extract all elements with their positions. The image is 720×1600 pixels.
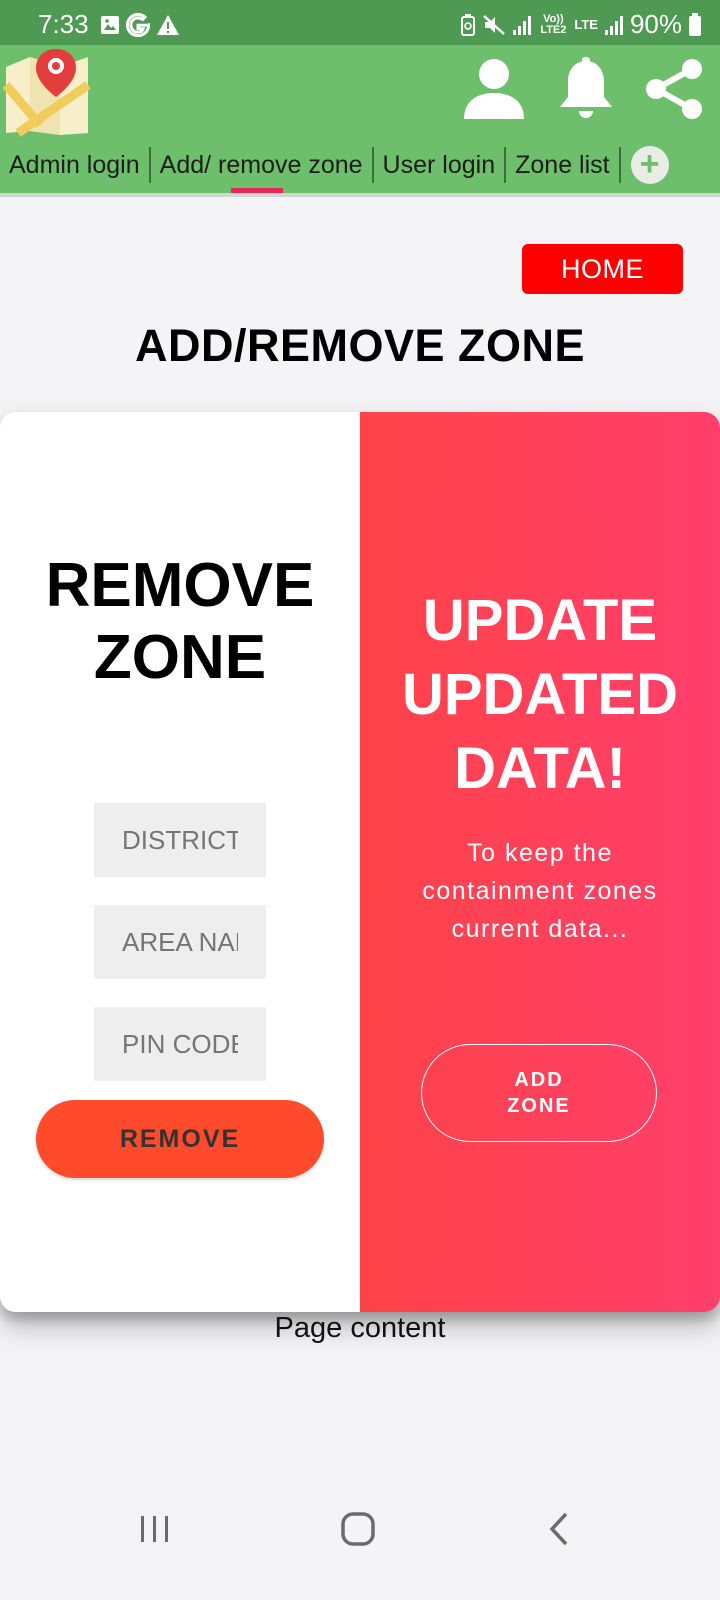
bell-icon[interactable] [556,57,616,121]
add-zone-button[interactable]: ADD ZONE [421,1044,657,1142]
warning-icon [157,15,179,35]
lte-label: LTE [574,17,598,32]
google-g-icon [126,13,150,37]
tab-add-remove-zone[interactable]: Add/ remove zone [151,148,372,197]
mute-icon [483,14,506,35]
recents-icon[interactable] [138,1512,172,1546]
add-tab-button[interactable]: + [630,146,669,184]
update-title-line1: UPDATE [422,588,658,653]
tab-zone-list[interactable]: Zone list [506,148,618,182]
share-icon[interactable] [642,57,706,121]
status-bar: 7:33 Vo)) LTE2 LTE 90% [0,0,720,51]
remove-zone-panel: REMOVE ZONE REMOVE [0,412,360,1312]
user-icon[interactable] [462,57,526,121]
zone-card: REMOVE ZONE REMOVE UPDATE UPDATED DATA! … [0,412,720,1312]
battery-icon [689,12,701,36]
update-panel: UPDATE UPDATED DATA! To keep the contain… [360,412,720,1312]
signal-icon-2 [604,15,623,35]
home-icon[interactable] [340,1511,376,1547]
update-title-line2: UPDATED [401,662,679,727]
tab-admin-login[interactable]: Admin login [0,148,149,182]
system-nav-bar [0,1500,720,1600]
battery-saver-icon [461,13,476,36]
remove-title-line2: ZONE [93,623,267,692]
status-right-icons: Vo)) LTE2 LTE 90% [460,9,702,40]
header-divider [0,193,720,197]
tab-divider [618,147,621,183]
map-pin-logo[interactable] [0,45,92,137]
district-name-input[interactable] [94,803,266,877]
back-icon[interactable] [546,1510,572,1548]
pin-code-input[interactable] [94,1007,266,1081]
app-header: Admin login Add/ remove zone User login … [0,45,720,197]
update-description: To keep the containment zones current da… [422,839,658,943]
remove-button[interactable]: REMOVE [36,1100,324,1178]
page-title: ADD/REMOVE ZONE [134,320,586,371]
status-time: 7:33 [38,9,89,39]
status-left-icons [100,12,180,38]
remove-zone-title: REMOVE ZONE [0,550,360,694]
update-title-line3: DATA! [454,736,626,801]
remove-title-line1: REMOVE [45,551,315,620]
image-icon [101,16,119,34]
area-name-input[interactable] [94,905,266,979]
volte-label: Vo)) LTE2 [540,12,567,36]
page-content-text: Page content [274,1312,446,1344]
tab-user-login[interactable]: User login [374,148,505,182]
add-zone-line1: ADD [514,1069,564,1091]
signal-icon [513,15,532,35]
tab-bar: Admin login Add/ remove zone User login … [0,141,720,197]
home-button[interactable]: HOME [522,244,683,294]
add-zone-line2: ZONE [507,1095,571,1117]
update-title: UPDATE UPDATED DATA! [360,584,720,806]
battery-percent: 90% [629,9,682,39]
